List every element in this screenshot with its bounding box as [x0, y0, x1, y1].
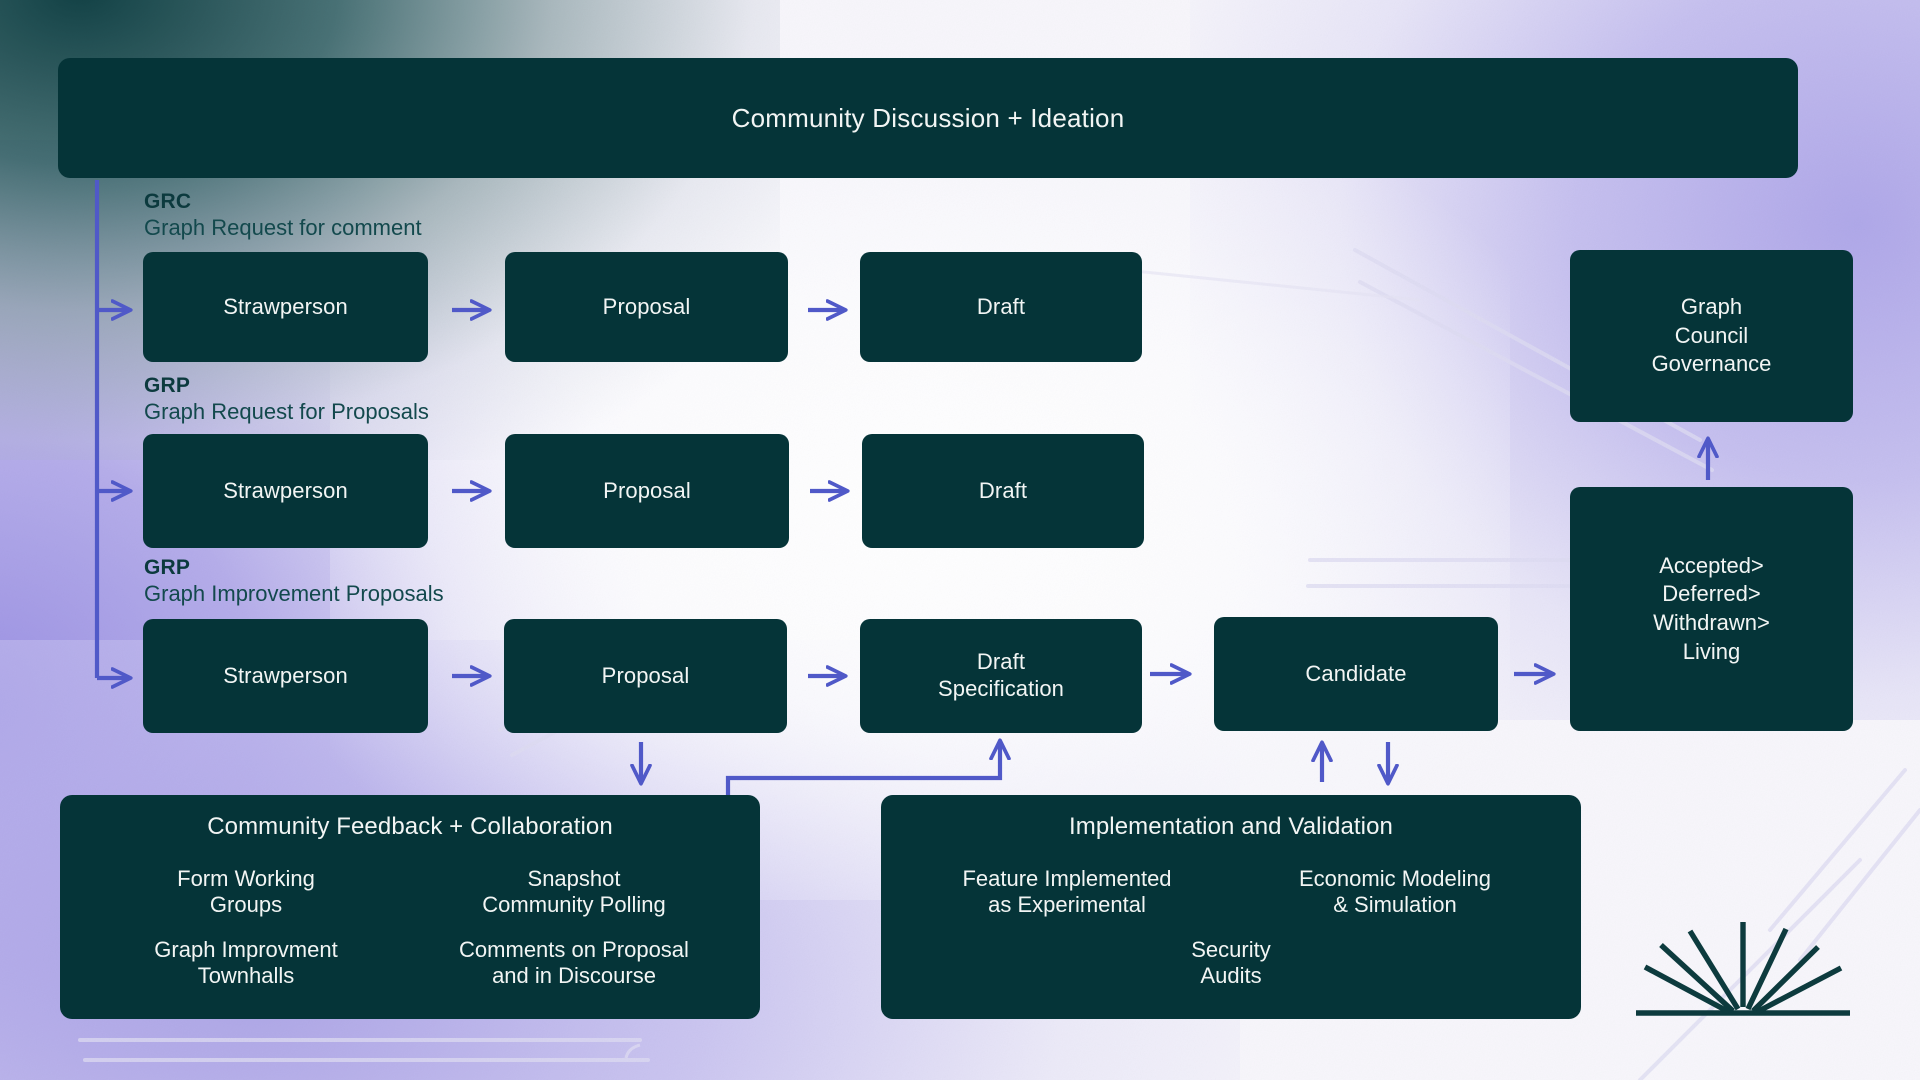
track-abbr: GRP: [144, 556, 191, 579]
node-graph-council-governance[interactable]: Graph Council Governance: [1570, 250, 1853, 422]
node-grp2-proposal[interactable]: Proposal: [504, 619, 787, 733]
node-label: Strawperson: [223, 663, 348, 689]
panel-title: Implementation and Validation: [1069, 813, 1393, 840]
panel-item: Form Working Groups: [177, 866, 315, 917]
panel-item: Economic Modeling & Simulation: [1299, 866, 1491, 917]
node-label: Proposal: [602, 294, 691, 320]
diagram-canvas: Community Discussion + Ideation GRC Grap…: [0, 0, 1920, 1080]
panel-item: Comments on Proposal and in Discourse: [459, 936, 689, 988]
node-grp1-strawperson[interactable]: Strawperson: [143, 434, 428, 548]
node-grc-strawperson[interactable]: Strawperson: [143, 252, 428, 362]
node-status-lifecycle[interactable]: Accepted> Deferred> Withdrawn> Living: [1570, 487, 1853, 731]
node-label: Graph Council Governance: [1651, 294, 1772, 377]
panel-item: Security Audits: [1191, 936, 1271, 988]
panel-title: Community Feedback + Collaboration: [207, 813, 613, 840]
track-full-name: Graph Request for comment: [144, 214, 422, 240]
node-grp2-candidate[interactable]: Candidate: [1214, 617, 1498, 731]
node-label: Strawperson: [223, 294, 348, 320]
node-label: Proposal: [603, 478, 691, 504]
track-caption-grc: GRC Graph Request for comment: [144, 190, 422, 241]
node-label: Proposal: [601, 663, 690, 689]
node-grc-draft[interactable]: Draft: [860, 252, 1142, 362]
node-label: Strawperson: [223, 478, 348, 504]
node-grc-proposal[interactable]: Proposal: [505, 252, 788, 362]
track-full-name: Graph Request for Proposals: [144, 398, 429, 424]
node-label: Draft: [976, 294, 1026, 320]
node-label: Candidate: [1305, 661, 1407, 687]
panel-item: Snapshot Community Polling: [482, 866, 666, 917]
track-caption-grp-improvement: GRP Graph Improvement Proposals: [144, 556, 444, 607]
node-label: Accepted> Deferred> Withdrawn> Living: [1653, 552, 1770, 664]
node-grp1-proposal[interactable]: Proposal: [505, 434, 789, 548]
track-full-name: Graph Improvement Proposals: [144, 580, 444, 606]
track-caption-grp-proposals: GRP Graph Request for Proposals: [144, 374, 429, 425]
node-label: Draft Specification: [937, 649, 1065, 701]
node-label: Draft: [978, 478, 1028, 504]
graph-sunburst-logo: [1636, 922, 1850, 1016]
panel-community-feedback[interactable]: Community Feedback + Collaboration Form …: [60, 795, 760, 1019]
node-grp2-draft-specification[interactable]: Draft Specification: [860, 619, 1142, 733]
panel-implementation-validation[interactable]: Implementation and Validation Feature Im…: [881, 795, 1581, 1019]
track-abbr: GRP: [144, 374, 191, 397]
header-card[interactable]: Community Discussion + Ideation: [58, 58, 1798, 178]
node-grp2-strawperson[interactable]: Strawperson: [143, 619, 428, 733]
track-abbr: GRC: [144, 190, 192, 213]
panel-item: Graph Improvment Townhalls: [154, 936, 338, 988]
node-grp1-draft[interactable]: Draft: [862, 434, 1144, 548]
panel-item: Feature Implemented as Experimental: [962, 866, 1172, 917]
panel-items: Form Working Groups Snapshot Community P…: [82, 861, 738, 1003]
header-title: Community Discussion + Ideation: [731, 102, 1125, 133]
panel-items: Feature Implemented as Experimental Econ…: [903, 861, 1559, 1003]
